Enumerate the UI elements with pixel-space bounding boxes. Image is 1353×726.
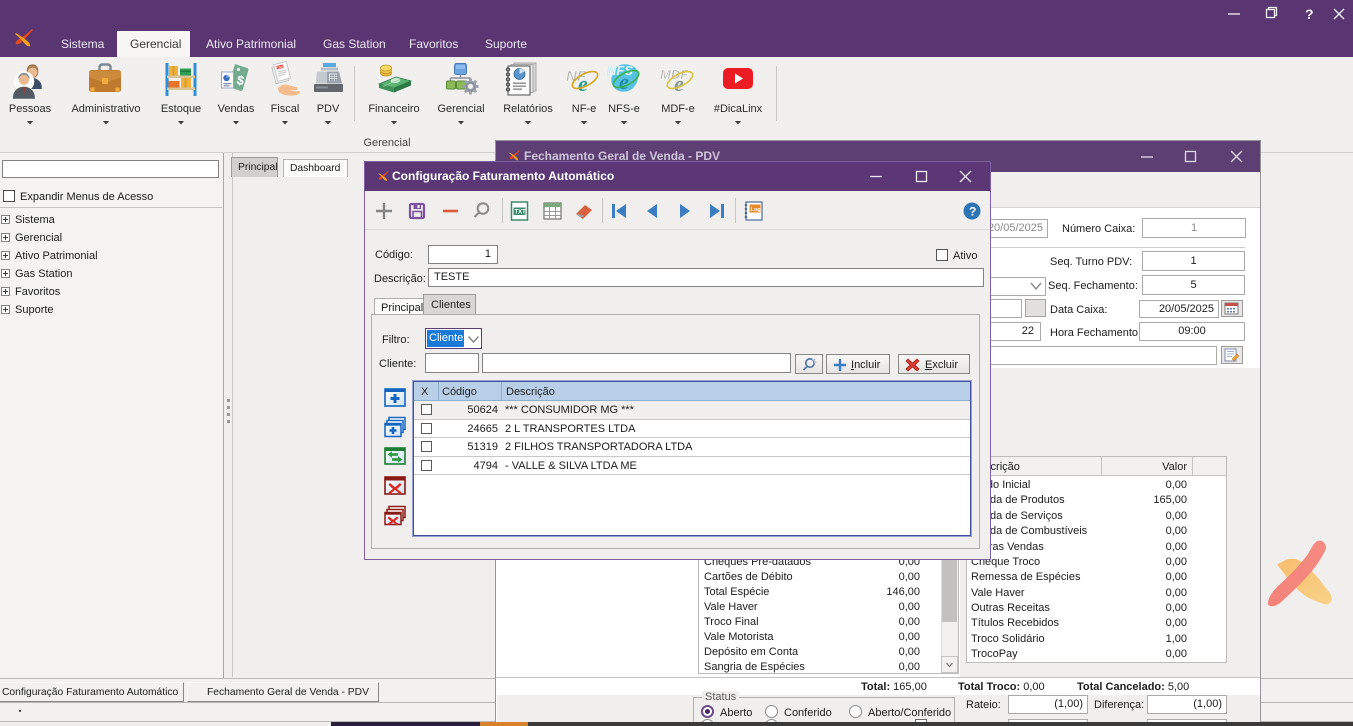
svg-text:Vendas: Vendas [218, 103, 255, 115]
svg-text:NF-e: NF-e [572, 103, 596, 115]
svg-text:Estoque: Estoque [161, 103, 201, 115]
svg-text:Administrativo: Administrativo [71, 103, 140, 115]
svg-text:Relatórios: Relatórios [503, 103, 553, 115]
svg-text:NFS-e: NFS-e [608, 103, 640, 115]
svg-text:Log: Log [751, 207, 761, 213]
svg-text:TXT: TXT [515, 210, 527, 216]
svg-text:PDV: PDV [317, 103, 340, 115]
svg-text:#DicaLinx: #DicaLinx [714, 103, 763, 115]
svg-text:Fiscal: Fiscal [271, 103, 300, 115]
svg-text:Pessoas: Pessoas [9, 103, 52, 115]
svg-text:Gerencial: Gerencial [437, 103, 484, 115]
svg-text:?: ? [1305, 6, 1314, 22]
svg-text:Financeiro: Financeiro [368, 103, 419, 115]
svg-text:?: ? [969, 205, 976, 219]
svg-text:MDF-e: MDF-e [661, 103, 695, 115]
